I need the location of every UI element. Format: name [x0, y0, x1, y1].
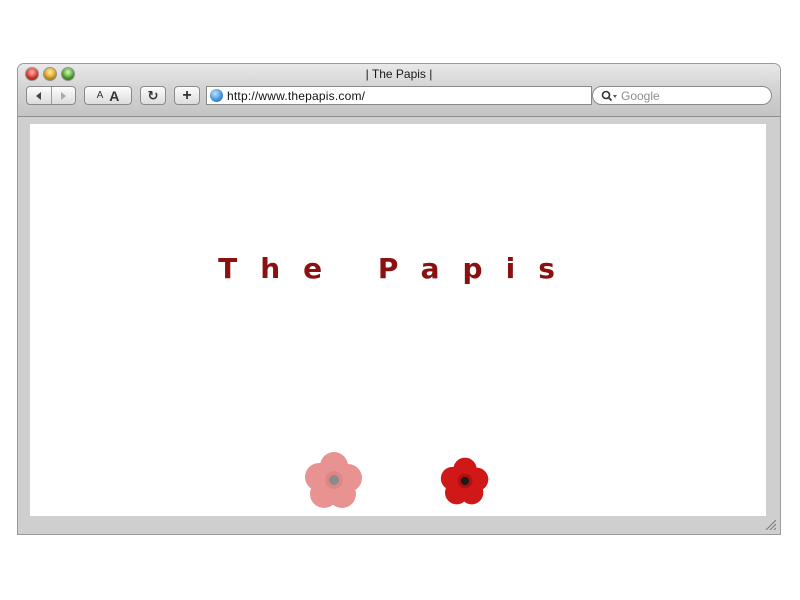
search-icon [601, 90, 617, 101]
address-bar[interactable]: http://www.thepapis.com/ [206, 86, 592, 105]
url-text[interactable]: http://www.thepapis.com/ [227, 89, 365, 103]
text-size-buttons: A A [84, 86, 132, 105]
back-button[interactable] [27, 87, 51, 104]
browser-window: | The Papis | A A ↻ + http://www.thepapi… [18, 64, 780, 534]
back-arrow-icon [35, 91, 41, 100]
back-forward-buttons [26, 86, 76, 105]
faded-poppy-image[interactable] [304, 450, 364, 510]
site-title: The Papis [218, 252, 578, 285]
poppy-image[interactable] [440, 456, 490, 506]
reload-button[interactable]: ↻ [140, 86, 166, 105]
forward-button[interactable] [52, 87, 76, 104]
search-placeholder: Google [621, 88, 660, 103]
title-bar: | The Papis | A A ↻ + http://www.thepapi… [18, 64, 780, 117]
window-title: | The Papis | [365, 67, 433, 81]
add-bookmark-button[interactable]: + [174, 86, 200, 105]
forward-arrow-icon [61, 91, 67, 100]
text-smaller-button[interactable]: A [97, 90, 104, 101]
globe-icon [210, 89, 223, 102]
search-field[interactable]: Google [592, 86, 772, 105]
page-viewport: The Papis [30, 124, 766, 516]
resize-handle-icon[interactable] [764, 518, 776, 530]
text-bigger-button[interactable]: A [109, 88, 119, 104]
